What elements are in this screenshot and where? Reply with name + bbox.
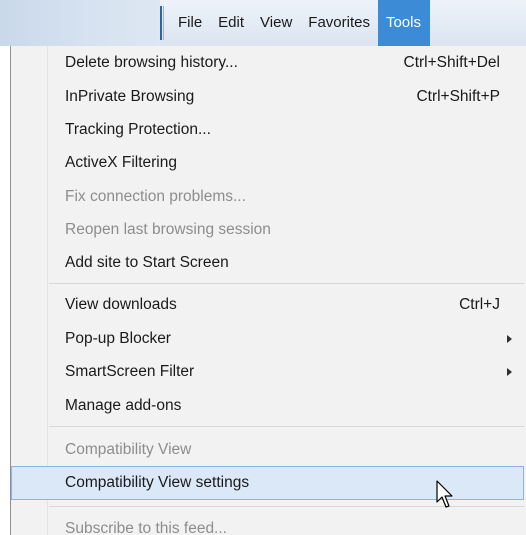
menu-item-popup-blocker[interactable]: Pop-up Blocker xyxy=(11,322,524,356)
browser-window: File Edit View Favorites Tools Delete br… xyxy=(0,0,526,535)
submenu-arrow-icon xyxy=(507,368,512,376)
menu-item-label: ActiveX Filtering xyxy=(65,154,177,171)
menu-file[interactable]: File xyxy=(170,0,210,46)
menu-item-label: SmartScreen Filter xyxy=(65,363,195,380)
menu-separator xyxy=(49,426,524,427)
menu-bar-items: File Edit View Favorites Tools xyxy=(170,0,430,46)
menu-item-label: View downloads xyxy=(65,296,177,313)
menu-item-label: InPrivate Browsing xyxy=(65,88,195,105)
menu-item-label: Compatibility View xyxy=(65,441,192,458)
menu-item-label: Manage add-ons xyxy=(65,397,182,414)
menu-bar-left-area xyxy=(0,0,160,46)
menu-item-shortcut: Ctrl+Shift+P xyxy=(416,88,500,105)
menu-item-view-downloads[interactable]: View downloads Ctrl+J xyxy=(11,288,524,322)
menu-item-label: Compatibility View settings xyxy=(65,474,250,491)
menu-item-compatibility-view: Compatibility View xyxy=(11,433,524,467)
menu-item-smartscreen-filter[interactable]: SmartScreen Filter xyxy=(11,355,524,389)
menu-item-fix-connection-problems: Fix connection problems... xyxy=(11,180,524,214)
menu-item-manage-add-ons[interactable]: Manage add-ons xyxy=(11,389,524,423)
menu-item-label: Tracking Protection... xyxy=(65,121,211,138)
menu-item-label: Subscribe to this feed... xyxy=(65,520,227,535)
menu-item-add-site-to-start-screen[interactable]: Add site to Start Screen xyxy=(11,246,524,280)
menu-item-reopen-last-session: Reopen last browsing session xyxy=(11,213,524,247)
menu-item-subscribe-to-feed: Subscribe to this feed... xyxy=(11,512,524,535)
tools-dropdown-menu: Delete browsing history... Ctrl+Shift+De… xyxy=(10,46,526,535)
menu-tools[interactable]: Tools xyxy=(377,0,430,46)
mouse-pointer-icon xyxy=(436,480,453,508)
menu-item-activex-filtering[interactable]: ActiveX Filtering xyxy=(11,146,524,180)
menu-edit[interactable]: Edit xyxy=(210,0,252,46)
menu-item-label: Pop-up Blocker xyxy=(65,330,171,347)
menu-favorites[interactable]: Favorites xyxy=(300,0,378,46)
menu-separator xyxy=(49,283,524,284)
menu-view[interactable]: View xyxy=(252,0,300,46)
menu-item-shortcut: Ctrl+J xyxy=(459,296,500,313)
menu-item-label: Fix connection problems... xyxy=(65,188,246,205)
menu-bar-divider xyxy=(160,6,162,40)
menu-item-label: Delete browsing history... xyxy=(65,54,238,71)
menu-item-inprivate-browsing[interactable]: InPrivate Browsing Ctrl+Shift+P xyxy=(11,80,524,114)
menu-item-label: Add site to Start Screen xyxy=(65,254,229,271)
menu-item-shortcut: Ctrl+Shift+Del xyxy=(403,54,500,71)
menu-bar: File Edit View Favorites Tools xyxy=(0,0,526,46)
submenu-arrow-icon xyxy=(507,335,512,343)
menu-item-tracking-protection[interactable]: Tracking Protection... xyxy=(11,113,524,147)
menu-item-label: Reopen last browsing session xyxy=(65,221,271,238)
menu-item-delete-browsing-history[interactable]: Delete browsing history... Ctrl+Shift+De… xyxy=(11,46,524,80)
menu-bar-divider-shadow xyxy=(163,6,164,40)
